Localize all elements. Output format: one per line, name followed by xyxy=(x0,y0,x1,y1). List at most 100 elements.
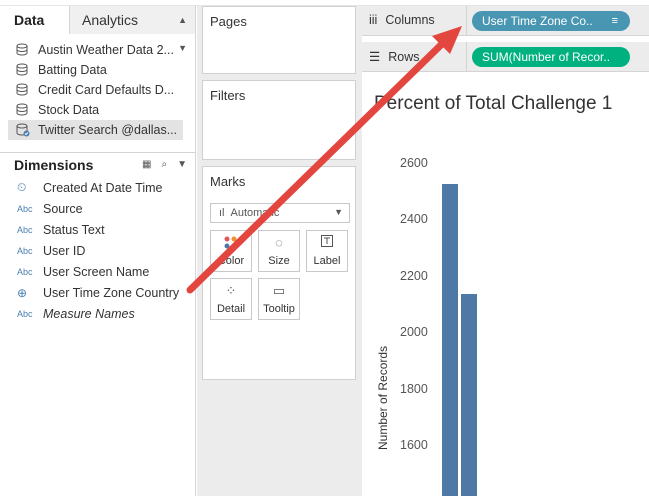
rows-label: Rows xyxy=(388,49,420,64)
database-icon xyxy=(16,103,30,117)
calendar-clock-icon: ⏲ xyxy=(17,180,27,194)
dimensions-header: Dimensions ▦ ⌕ ▼ xyxy=(0,152,195,174)
data-source-list: Austin Weather Data 2... Batting Data Cr… xyxy=(0,34,195,140)
shelf-divider xyxy=(466,6,467,36)
chevron-down-icon[interactable]: ▼ xyxy=(177,159,187,170)
y-tick-label: 2600 xyxy=(400,156,428,170)
size-icon: ◌ xyxy=(275,235,283,250)
search-icon[interactable]: ⌕ xyxy=(161,159,167,170)
columns-pill[interactable]: User Time Zone Co.. ≡ xyxy=(472,11,630,31)
data-source-item[interactable]: Stock Data xyxy=(0,100,195,120)
filters-card[interactable]: Filters xyxy=(202,80,356,160)
detail-button[interactable]: ⁘ Detail xyxy=(210,278,252,320)
field-label: User ID xyxy=(43,243,86,258)
tab-data[interactable]: Data xyxy=(0,6,70,34)
string-type-icon: Abc xyxy=(17,308,33,319)
size-button-label: Size xyxy=(268,255,290,267)
columns-label: Columns xyxy=(385,13,435,27)
tab-analytics[interactable]: Analytics ▲ ▼ xyxy=(70,6,195,53)
worksheet-view xyxy=(362,76,649,496)
field-label: Measure Names xyxy=(43,306,135,321)
data-pane-tabs: Data Analytics ▲ ▼ xyxy=(0,6,195,53)
tooltip-button-label: Tooltip xyxy=(263,303,295,315)
field-item[interactable]: ⊕ User Time Zone Country xyxy=(0,282,195,303)
dimension-field-list: ⏲ Created At Date Time Abc Source Abc St… xyxy=(0,177,195,324)
chart-title: Percent of Total Challenge 1 xyxy=(374,93,613,114)
field-item[interactable]: Abc Source xyxy=(0,198,195,219)
rows-pill[interactable]: SUM(Number of Recor.. xyxy=(472,47,630,67)
data-pane: Data Analytics ▲ ▼ Austin Weather Data 2.… xyxy=(0,6,196,496)
field-item[interactable]: Abc Status Text xyxy=(0,219,195,240)
field-label: Source xyxy=(43,201,83,216)
pages-card-title: Pages xyxy=(210,14,247,29)
rows-shelf[interactable]: ☰ Rows SUM(Number of Recor.. xyxy=(362,42,649,72)
y-tick-label: 2000 xyxy=(400,325,428,340)
data-source-label: Austin Weather Data 2... xyxy=(38,43,174,57)
cards-column: Pages Filters Marks ıl Automatic ▼ Color… xyxy=(197,6,362,496)
tab-analytics-label: Analytics xyxy=(82,12,139,28)
dimensions-tools: ▦ ⌕ ▼ xyxy=(142,159,187,170)
tooltip-icon: ▭ xyxy=(272,283,286,298)
size-button[interactable]: ◌ Size xyxy=(258,230,300,272)
data-source-label: Batting Data xyxy=(38,63,107,77)
string-type-icon: Abc xyxy=(17,224,33,235)
label-button-label: Label xyxy=(313,255,341,267)
field-item[interactable]: Abc User Screen Name xyxy=(0,261,195,282)
y-tick-label: 2400 xyxy=(400,212,428,227)
field-item[interactable]: ⏲ Created At Date Time xyxy=(0,177,195,198)
view-list-icon[interactable]: ▦ xyxy=(142,159,151,170)
mark-type-select[interactable]: ıl Automatic ▼ xyxy=(210,203,350,223)
globe-icon: ⊕ xyxy=(17,285,28,300)
database-icon xyxy=(16,83,30,97)
mark-type-value: Automatic xyxy=(230,207,280,219)
shelf-divider xyxy=(466,42,467,72)
color-dots-icon xyxy=(211,235,251,255)
field-label: Created At Date Time xyxy=(43,180,163,195)
field-item[interactable]: Abc User ID xyxy=(0,240,195,261)
columns-icon: iii xyxy=(369,13,378,27)
text-label-icon xyxy=(307,235,347,255)
tab-menu-icon[interactable]: ▲ ▼ xyxy=(178,6,187,62)
data-source-item-selected[interactable]: Twitter Search @dallas... xyxy=(8,120,183,140)
database-icon xyxy=(16,63,30,77)
filters-card-title: Filters xyxy=(210,88,246,103)
bar[interactable] xyxy=(461,293,477,496)
marks-card-title: Marks xyxy=(210,174,246,189)
pages-card[interactable]: Pages xyxy=(202,6,356,74)
data-source-item[interactable]: Batting Data xyxy=(0,60,195,80)
color-button-label: Color xyxy=(217,255,245,267)
tooltip-button[interactable]: ▭ Tooltip xyxy=(258,278,300,320)
color-button[interactable]: Color xyxy=(210,230,252,272)
rows-icon: ☰ xyxy=(369,50,381,64)
columns-pill-label: User Time Zone Co.. xyxy=(482,14,593,28)
string-type-icon: Abc xyxy=(17,245,33,256)
y-tick-label: 1800 xyxy=(400,381,428,396)
columns-shelf[interactable]: iii Columns User Time Zone Co.. ≡ xyxy=(362,6,649,36)
marks-card: Marks ıl Automatic ▼ Color ◌ Size Label … xyxy=(202,166,356,380)
sort-icon: ≡ xyxy=(611,15,618,27)
bar-chart-icon: ıl xyxy=(219,207,225,219)
y-tick-label: 1600 xyxy=(400,438,428,452)
data-source-label: Stock Data xyxy=(38,103,100,117)
label-button[interactable]: Label xyxy=(306,230,348,272)
data-source-item[interactable]: Credit Card Defaults D... xyxy=(0,80,195,100)
chevron-down-icon: ▼ xyxy=(334,207,343,217)
y-tick-label: 2200 xyxy=(400,268,428,283)
database-icon xyxy=(16,43,30,57)
database-check-icon xyxy=(16,123,30,137)
field-label: User Time Zone Country xyxy=(43,285,180,300)
dimensions-title: Dimensions xyxy=(14,157,94,173)
string-type-icon: Abc xyxy=(17,203,33,214)
field-label: User Screen Name xyxy=(43,264,150,279)
rows-pill-label: SUM(Number of Recor.. xyxy=(482,50,611,64)
detail-dots-icon: ⁘ xyxy=(225,283,237,298)
data-source-item[interactable]: Austin Weather Data 2... xyxy=(0,40,195,60)
field-item[interactable]: Abc Measure Names xyxy=(0,303,195,324)
rows-shelf-title: ☰ Rows xyxy=(369,49,420,65)
field-label: Status Text xyxy=(43,222,105,237)
bar[interactable] xyxy=(442,183,458,496)
data-source-label: Credit Card Defaults D... xyxy=(38,83,175,97)
y-axis-label: Number of Records xyxy=(376,345,390,450)
string-type-icon: Abc xyxy=(17,266,33,277)
detail-button-label: Detail xyxy=(216,303,246,315)
